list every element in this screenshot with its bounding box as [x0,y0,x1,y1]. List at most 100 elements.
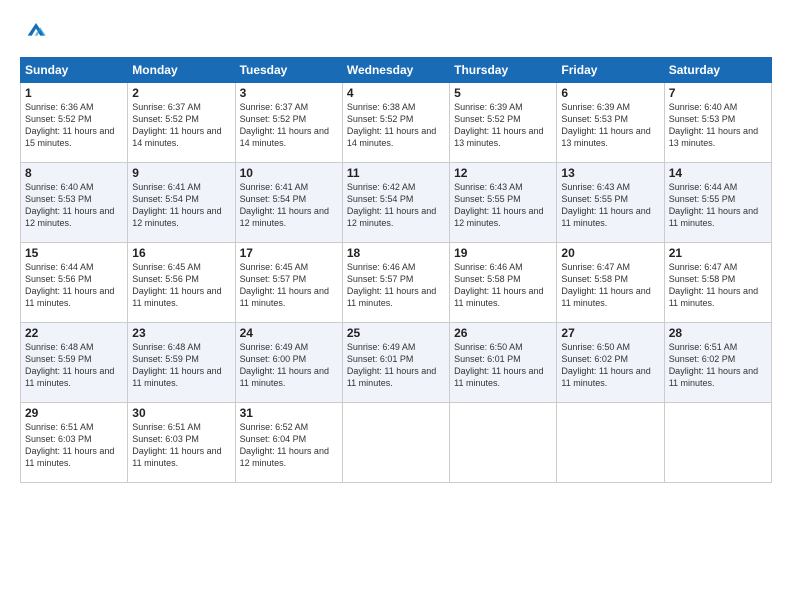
sunrise-text: Sunrise: 6:41 AM [240,181,338,193]
day-number: 15 [25,246,123,260]
sunrise-text: Sunrise: 6:47 AM [669,261,767,273]
calendar-cell: 23 Sunrise: 6:48 AM Sunset: 5:59 PM Dayl… [128,323,235,403]
cell-info: Sunrise: 6:49 AM Sunset: 6:00 PM Dayligh… [240,341,338,390]
calendar-cell: 11 Sunrise: 6:42 AM Sunset: 5:54 PM Dayl… [342,163,449,243]
sunrise-text: Sunrise: 6:47 AM [561,261,659,273]
sunrise-text: Sunrise: 6:44 AM [25,261,123,273]
daylight-text: Daylight: 11 hours and 11 minutes. [669,365,767,389]
calendar-cell: 9 Sunrise: 6:41 AM Sunset: 5:54 PM Dayli… [128,163,235,243]
calendar-cell: 8 Sunrise: 6:40 AM Sunset: 5:53 PM Dayli… [21,163,128,243]
sunrise-text: Sunrise: 6:36 AM [25,101,123,113]
sunset-text: Sunset: 5:52 PM [240,113,338,125]
calendar-cell: 7 Sunrise: 6:40 AM Sunset: 5:53 PM Dayli… [664,83,771,163]
sunrise-text: Sunrise: 6:37 AM [132,101,230,113]
day-number: 21 [669,246,767,260]
daylight-text: Daylight: 11 hours and 14 minutes. [240,125,338,149]
calendar-cell: 12 Sunrise: 6:43 AM Sunset: 5:55 PM Dayl… [450,163,557,243]
daylight-text: Daylight: 11 hours and 12 minutes. [240,205,338,229]
sunrise-text: Sunrise: 6:49 AM [347,341,445,353]
calendar-cell [450,403,557,483]
sunrise-text: Sunrise: 6:41 AM [132,181,230,193]
day-number: 12 [454,166,552,180]
sunset-text: Sunset: 6:04 PM [240,433,338,445]
sunset-text: Sunset: 5:57 PM [347,273,445,285]
calendar-cell: 19 Sunrise: 6:46 AM Sunset: 5:58 PM Dayl… [450,243,557,323]
day-number: 17 [240,246,338,260]
day-number: 13 [561,166,659,180]
sunrise-text: Sunrise: 6:49 AM [240,341,338,353]
sunset-text: Sunset: 6:01 PM [454,353,552,365]
sunrise-text: Sunrise: 6:51 AM [25,421,123,433]
calendar-cell [664,403,771,483]
daylight-text: Daylight: 11 hours and 14 minutes. [347,125,445,149]
daylight-text: Daylight: 11 hours and 11 minutes. [25,285,123,309]
cell-info: Sunrise: 6:51 AM Sunset: 6:03 PM Dayligh… [25,421,123,470]
day-number: 28 [669,326,767,340]
calendar-cell: 18 Sunrise: 6:46 AM Sunset: 5:57 PM Dayl… [342,243,449,323]
cell-info: Sunrise: 6:51 AM Sunset: 6:03 PM Dayligh… [132,421,230,470]
calendar-cell: 22 Sunrise: 6:48 AM Sunset: 5:59 PM Dayl… [21,323,128,403]
sunset-text: Sunset: 5:57 PM [240,273,338,285]
sunrise-text: Sunrise: 6:44 AM [669,181,767,193]
calendar-cell: 26 Sunrise: 6:50 AM Sunset: 6:01 PM Dayl… [450,323,557,403]
day-header: Monday [128,58,235,83]
cell-info: Sunrise: 6:37 AM Sunset: 5:52 PM Dayligh… [132,101,230,150]
sunset-text: Sunset: 5:52 PM [25,113,123,125]
day-header: Tuesday [235,58,342,83]
sunset-text: Sunset: 5:55 PM [669,193,767,205]
cell-info: Sunrise: 6:41 AM Sunset: 5:54 PM Dayligh… [240,181,338,230]
daylight-text: Daylight: 11 hours and 11 minutes. [561,365,659,389]
cell-info: Sunrise: 6:50 AM Sunset: 6:01 PM Dayligh… [454,341,552,390]
day-number: 4 [347,86,445,100]
calendar-cell: 10 Sunrise: 6:41 AM Sunset: 5:54 PM Dayl… [235,163,342,243]
daylight-text: Daylight: 11 hours and 11 minutes. [240,285,338,309]
cell-info: Sunrise: 6:36 AM Sunset: 5:52 PM Dayligh… [25,101,123,150]
daylight-text: Daylight: 11 hours and 13 minutes. [561,125,659,149]
calendar-cell: 21 Sunrise: 6:47 AM Sunset: 5:58 PM Dayl… [664,243,771,323]
logo [20,16,50,49]
sunset-text: Sunset: 5:52 PM [132,113,230,125]
sunset-text: Sunset: 6:01 PM [347,353,445,365]
calendar-cell: 2 Sunrise: 6:37 AM Sunset: 5:52 PM Dayli… [128,83,235,163]
day-number: 10 [240,166,338,180]
sunset-text: Sunset: 6:02 PM [561,353,659,365]
cell-info: Sunrise: 6:47 AM Sunset: 5:58 PM Dayligh… [669,261,767,310]
sunset-text: Sunset: 5:59 PM [25,353,123,365]
cell-info: Sunrise: 6:49 AM Sunset: 6:01 PM Dayligh… [347,341,445,390]
cell-info: Sunrise: 6:45 AM Sunset: 5:56 PM Dayligh… [132,261,230,310]
daylight-text: Daylight: 11 hours and 11 minutes. [132,365,230,389]
calendar-cell: 25 Sunrise: 6:49 AM Sunset: 6:01 PM Dayl… [342,323,449,403]
daylight-text: Daylight: 11 hours and 11 minutes. [454,285,552,309]
sunset-text: Sunset: 5:54 PM [347,193,445,205]
cell-info: Sunrise: 6:38 AM Sunset: 5:52 PM Dayligh… [347,101,445,150]
calendar-cell: 6 Sunrise: 6:39 AM Sunset: 5:53 PM Dayli… [557,83,664,163]
sunrise-text: Sunrise: 6:52 AM [240,421,338,433]
cell-info: Sunrise: 6:52 AM Sunset: 6:04 PM Dayligh… [240,421,338,470]
sunrise-text: Sunrise: 6:50 AM [454,341,552,353]
cell-info: Sunrise: 6:39 AM Sunset: 5:52 PM Dayligh… [454,101,552,150]
calendar-cell: 5 Sunrise: 6:39 AM Sunset: 5:52 PM Dayli… [450,83,557,163]
day-number: 23 [132,326,230,340]
sunrise-text: Sunrise: 6:46 AM [454,261,552,273]
daylight-text: Daylight: 11 hours and 15 minutes. [25,125,123,149]
calendar-header: SundayMondayTuesdayWednesdayThursdayFrid… [21,58,772,83]
day-number: 1 [25,86,123,100]
daylight-text: Daylight: 11 hours and 11 minutes. [561,285,659,309]
sunrise-text: Sunrise: 6:37 AM [240,101,338,113]
sunrise-text: Sunrise: 6:43 AM [454,181,552,193]
sunset-text: Sunset: 6:02 PM [669,353,767,365]
cell-info: Sunrise: 6:43 AM Sunset: 5:55 PM Dayligh… [561,181,659,230]
sunset-text: Sunset: 5:56 PM [132,273,230,285]
sunset-text: Sunset: 5:58 PM [454,273,552,285]
calendar-cell: 31 Sunrise: 6:52 AM Sunset: 6:04 PM Dayl… [235,403,342,483]
sunrise-text: Sunrise: 6:50 AM [561,341,659,353]
daylight-text: Daylight: 11 hours and 11 minutes. [347,365,445,389]
calendar-cell [557,403,664,483]
day-number: 11 [347,166,445,180]
sunset-text: Sunset: 5:53 PM [669,113,767,125]
calendar-week: 29 Sunrise: 6:51 AM Sunset: 6:03 PM Dayl… [21,403,772,483]
sunset-text: Sunset: 5:59 PM [132,353,230,365]
sunrise-text: Sunrise: 6:38 AM [347,101,445,113]
sunset-text: Sunset: 5:52 PM [454,113,552,125]
sunset-text: Sunset: 5:55 PM [561,193,659,205]
